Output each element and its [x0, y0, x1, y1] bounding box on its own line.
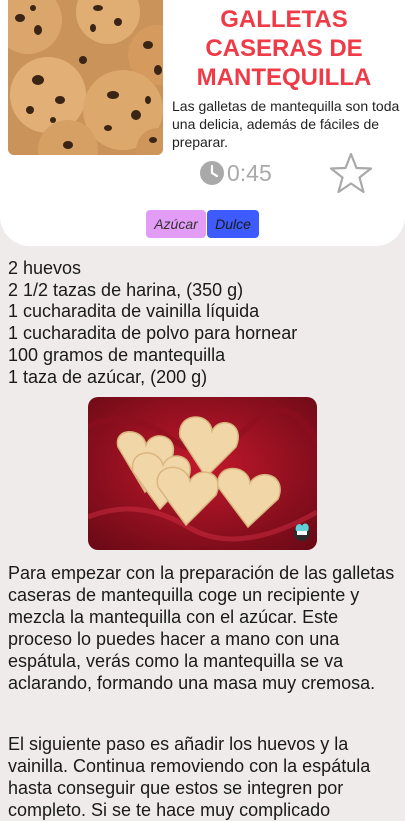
ingredient-item: 1 taza de azúcar, (200 g) — [8, 366, 208, 387]
prep-time: 0:45 — [199, 157, 272, 189]
ingredient-item: 100 gramos de mantequilla — [8, 344, 226, 365]
favorite-star-icon[interactable] — [329, 152, 373, 194]
recipe-header-card: GALLETAS CASERAS DE MANTEQUILLA Las gall… — [0, 0, 405, 246]
ingredient-item: 2 1/2 tazas de harina, (350 g) — [8, 279, 244, 300]
step-paragraph: El siguiente paso es añadir los huevos y… — [8, 734, 371, 820]
step-paragraph: Para empezar con la preparación de las g… — [8, 563, 395, 693]
recipe-description: Las galletas de mantequilla son toda una… — [172, 98, 400, 150]
heart-cookies-photo — [88, 397, 317, 550]
ingredient-item: 1 cucharadita de polvo para hornear — [8, 323, 298, 344]
chef-hat-icon — [294, 523, 310, 541]
tag-azucar[interactable]: Azúcar — [146, 210, 206, 238]
ingredient-item: 1 cucharadita de vainilla líquida — [8, 301, 260, 322]
tag-dulce[interactable]: Dulce — [207, 210, 259, 238]
recipe-title: GALLETAS CASERAS DE MANTEQUILLA — [196, 6, 372, 91]
ingredients-list: 2 huevos 2 1/2 tazas de harina, (350 g) … — [8, 258, 403, 388]
prep-time-value: 0:45 — [227, 159, 272, 186]
ingredient-item: 2 huevos — [8, 258, 82, 278]
cookies-photo — [8, 0, 163, 155]
clock-icon — [200, 161, 224, 185]
